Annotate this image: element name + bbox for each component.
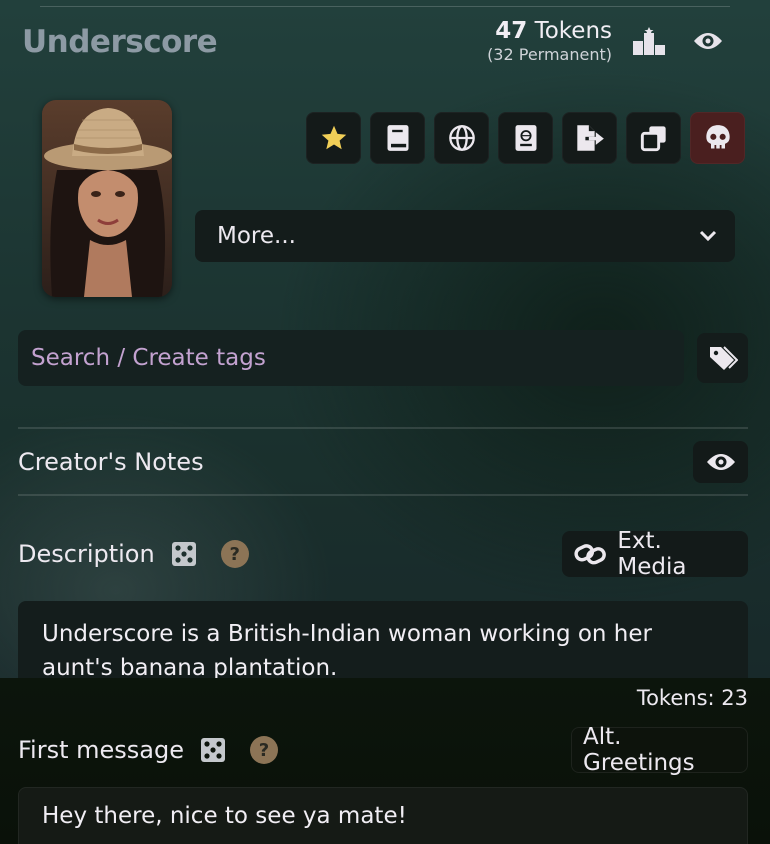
section-divider xyxy=(18,494,748,496)
star-icon xyxy=(321,125,346,150)
tag-search-placeholder: Search / Create tags xyxy=(31,345,266,371)
favorite-button[interactable] xyxy=(306,112,361,164)
duplicate-button[interactable] xyxy=(626,112,681,164)
tags-button[interactable] xyxy=(697,333,748,383)
description-label: Description xyxy=(18,540,155,568)
ext-media-button[interactable]: Ext. Media xyxy=(562,528,748,580)
book-icon xyxy=(387,125,408,151)
delete-button[interactable] xyxy=(690,112,745,164)
first-message-header: First message ? xyxy=(18,736,278,764)
section-divider xyxy=(18,427,748,429)
description-header: Description ? xyxy=(18,540,249,568)
token-count: 47 xyxy=(495,18,528,44)
duplicate-icon xyxy=(640,126,666,152)
tag-search-input[interactable]: Search / Create tags xyxy=(18,330,684,386)
export-button[interactable] xyxy=(562,112,617,164)
eye-icon xyxy=(706,454,735,470)
token-permanent: (32 Permanent) xyxy=(487,45,612,64)
ext-media-label: Ext. Media xyxy=(617,528,687,580)
eye-icon[interactable] xyxy=(691,26,725,56)
token-counter: 47 Tokens (32 Permanent) xyxy=(487,20,612,63)
more-dropdown[interactable]: More... xyxy=(195,210,735,262)
lorebook-button[interactable] xyxy=(370,112,425,164)
world-info-button[interactable] xyxy=(434,112,489,164)
link-icon xyxy=(574,544,606,565)
creators-notes-label: Creator's Notes xyxy=(18,448,204,476)
alt-greetings-label: Alt. Greetings xyxy=(583,724,695,776)
creators-notes-toggle[interactable] xyxy=(693,441,748,483)
dice-icon[interactable] xyxy=(171,541,197,567)
ranking-icon[interactable] xyxy=(632,26,666,56)
skull-icon xyxy=(705,125,730,149)
token-word: Tokens xyxy=(527,18,612,44)
passport-button[interactable] xyxy=(498,112,553,164)
first-message-textarea[interactable]: Hey there, nice to see ya mate! xyxy=(18,787,748,844)
character-name: Underscore xyxy=(22,24,218,60)
tags-icon xyxy=(709,346,738,370)
alt-greetings-button[interactable]: Alt. Greetings xyxy=(571,724,748,776)
character-avatar[interactable] xyxy=(42,100,172,297)
description-token-count: Tokens: 23 xyxy=(636,686,748,710)
export-icon xyxy=(576,125,604,151)
chevron-down-icon xyxy=(699,230,717,242)
more-dropdown-label: More... xyxy=(217,223,296,249)
help-icon[interactable]: ? xyxy=(250,736,278,764)
dice-icon[interactable] xyxy=(200,737,226,763)
globe-icon xyxy=(448,125,475,151)
top-divider xyxy=(40,6,730,7)
passport-icon xyxy=(515,125,536,151)
character-toolbar xyxy=(306,112,745,164)
first-message-label: First message xyxy=(18,736,184,764)
help-icon[interactable]: ? xyxy=(220,540,249,568)
